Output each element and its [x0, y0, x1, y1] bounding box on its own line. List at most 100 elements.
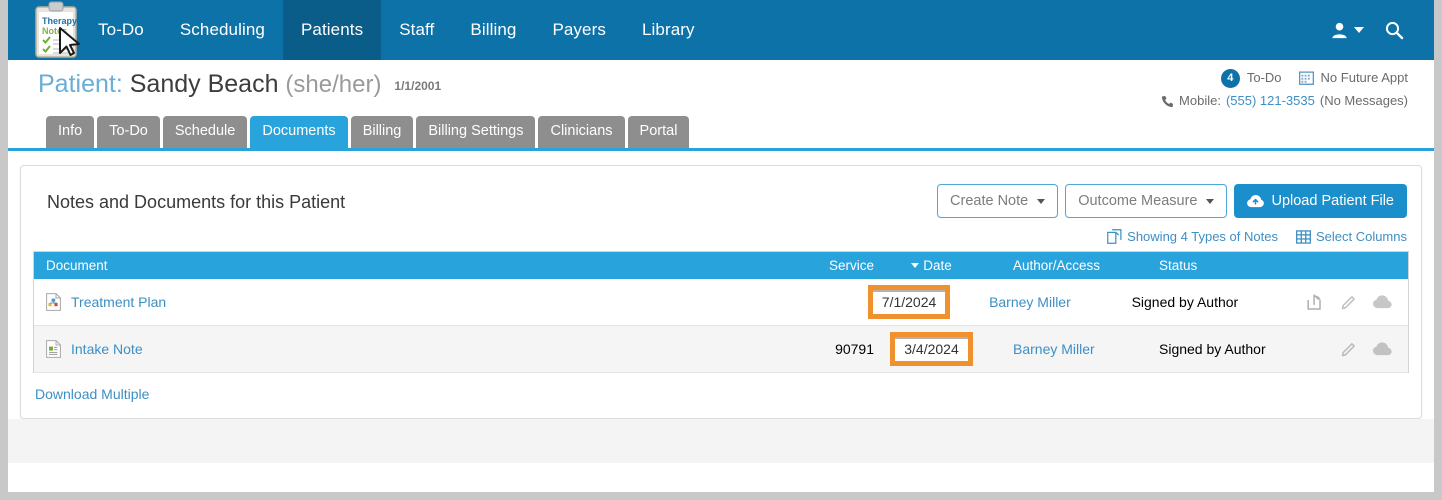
documents-table: Document Service Date Author/Access Stat… [33, 251, 1409, 373]
cell-row-actions [1307, 294, 1408, 310]
notes-types-icon [1107, 229, 1122, 244]
columns-grid-icon [1295, 229, 1311, 244]
upload-patient-file-label: Upload Patient File [1271, 193, 1394, 209]
nav-item-staff[interactable]: Staff [381, 0, 452, 60]
table-row[interactable]: Intake Note 90791 3/4/2024 Barney Miller… [34, 326, 1408, 373]
table-header-row: Document Service Date Author/Access Stat… [34, 252, 1408, 279]
nav-item-payers[interactable]: Payers [534, 0, 624, 60]
table-options-links: Showing 4 Types of Notes Select Columns [21, 218, 1421, 251]
phone-number-link[interactable]: (555) 121-3535 [1226, 91, 1315, 111]
nav-item-to-do[interactable]: To-Do [80, 0, 162, 60]
author-link[interactable]: Barney Miller [989, 294, 1071, 310]
search-icon [1385, 21, 1404, 40]
tab-clinicians[interactable]: Clinicians [538, 116, 625, 148]
app-logo[interactable]: Therapy Notes [8, 0, 80, 60]
application-window: Therapy Notes To-Do Scheduling Patients … [8, 0, 1434, 492]
user-menu-button[interactable] [1322, 21, 1372, 40]
upload-patient-file-button[interactable]: Upload Patient File [1234, 184, 1407, 218]
tab-to-do[interactable]: To-Do [97, 116, 160, 148]
page-bottom-filler [8, 419, 1434, 463]
nav-item-billing[interactable]: Billing [452, 0, 534, 60]
cloud-download-icon[interactable] [1373, 342, 1392, 356]
tab-portal[interactable]: Portal [627, 116, 690, 148]
intake-note-file-icon [46, 340, 61, 358]
document-name-link[interactable]: Intake Note [71, 341, 143, 357]
patient-pronouns: (she/her) [285, 71, 382, 98]
top-navigation-bar: Therapy Notes To-Do Scheduling Patients … [8, 0, 1434, 60]
outcome-measure-button[interactable]: Outcome Measure [1065, 184, 1228, 218]
highlighted-date-value: 7/1/2024 [867, 285, 951, 319]
cell-row-actions [1339, 341, 1408, 357]
column-header-author-access[interactable]: Author/Access [989, 258, 1151, 273]
outcome-measure-label: Outcome Measure [1078, 193, 1198, 209]
documents-panel: Notes and Documents for this Patient Cre… [20, 165, 1422, 419]
column-header-date-label: Date [923, 258, 952, 273]
user-icon [1332, 22, 1347, 38]
panel-title: Notes and Documents for this Patient [47, 192, 346, 212]
page-title: Patient: Sandy Beach (she/her) 1/1/2001 [38, 70, 441, 99]
navbar-right-actions [1322, 0, 1434, 60]
therapynotes-clipboard-logo: Therapy Notes [35, 1, 80, 58]
treatment-plan-file-icon [46, 293, 61, 311]
sort-descending-icon [911, 263, 920, 268]
patient-header: Patient: Sandy Beach (she/her) 1/1/2001 … [8, 60, 1434, 118]
cell-document: Treatment Plan [34, 293, 738, 311]
patient-tab-bar: Info To-Do Schedule Documents Billing Bi… [46, 116, 1434, 148]
tab-info[interactable]: Info [46, 116, 95, 148]
tab-schedule[interactable]: Schedule [162, 116, 248, 148]
patient-name: Sandy Beach [129, 70, 279, 98]
patient-dob: 1/1/2001 [394, 79, 442, 93]
cell-author: Barney Miller [989, 341, 1151, 357]
tab-billing[interactable]: Billing [350, 116, 414, 148]
cell-author: Barney Miller [965, 294, 1124, 310]
messages-note: (No Messages) [1319, 93, 1408, 109]
cloud-download-icon[interactable] [1373, 295, 1392, 309]
select-columns-link[interactable]: Select Columns [1295, 229, 1407, 244]
edit-pencil-icon[interactable] [1340, 294, 1357, 310]
cell-date: 7/1/2024 [853, 285, 965, 319]
panel-actions: Create Note Outcome Measure Upload Patie… [937, 184, 1407, 218]
select-columns-label: Select Columns [1315, 229, 1407, 244]
content-area: Notes and Documents for this Patient Cre… [8, 151, 1434, 419]
cell-date: 3/4/2024 [874, 332, 989, 366]
phone-label: Mobile: [1179, 93, 1221, 109]
svg-text:Therapy: Therapy [42, 16, 77, 26]
tab-billing-settings[interactable]: Billing Settings [416, 116, 536, 148]
cell-document: Intake Note [34, 340, 756, 358]
author-link[interactable]: Barney Miller [1013, 341, 1095, 357]
nav-item-patients[interactable]: Patients [282, 0, 382, 60]
column-header-service[interactable]: Service [756, 258, 874, 273]
todo-label[interactable]: To-Do [1247, 68, 1282, 88]
patient-label: Patient [38, 70, 116, 98]
cell-status: Signed by Author [1159, 341, 1266, 357]
column-header-status[interactable]: Status [1151, 258, 1339, 273]
patient-label-separator: : [115, 70, 123, 98]
cloud-upload-icon [1247, 194, 1265, 207]
primary-nav-links: To-Do Scheduling Patients Staff Billing … [80, 0, 713, 60]
table-row[interactable]: Treatment Plan 7/1/2024 Barney Miller Si… [34, 279, 1408, 326]
panel-header: Notes and Documents for this Patient Cre… [21, 166, 1421, 218]
calendar-icon [1298, 71, 1314, 85]
showing-types-label: Showing 4 Types of Notes [1127, 229, 1278, 244]
search-button[interactable] [1376, 20, 1412, 40]
highlighted-date-value: 3/4/2024 [890, 332, 973, 366]
create-note-button[interactable]: Create Note [937, 184, 1059, 218]
nav-item-library[interactable]: Library [624, 0, 713, 60]
tab-documents[interactable]: Documents [250, 116, 348, 148]
cell-service: 90791 [835, 341, 874, 357]
document-name-link[interactable]: Treatment Plan [71, 294, 166, 310]
chevron-down-icon [1037, 198, 1046, 204]
todo-count-badge: 4 [1220, 68, 1240, 88]
column-header-date[interactable]: Date [874, 258, 989, 273]
create-note-label: Create Note [950, 193, 1029, 209]
share-icon[interactable] [1307, 294, 1324, 310]
column-header-document[interactable]: Document [34, 258, 756, 273]
chevron-down-icon [1206, 198, 1215, 204]
download-multiple-link[interactable]: Download Multiple [21, 373, 149, 402]
phone-icon [1161, 95, 1174, 107]
nav-item-scheduling[interactable]: Scheduling [162, 0, 283, 60]
showing-types-of-notes-link[interactable]: Showing 4 Types of Notes [1107, 229, 1278, 244]
no-future-appt-label[interactable]: No Future Appt [1321, 68, 1408, 88]
edit-pencil-icon[interactable] [1340, 341, 1357, 357]
cell-status: Signed by Author [1131, 294, 1239, 310]
